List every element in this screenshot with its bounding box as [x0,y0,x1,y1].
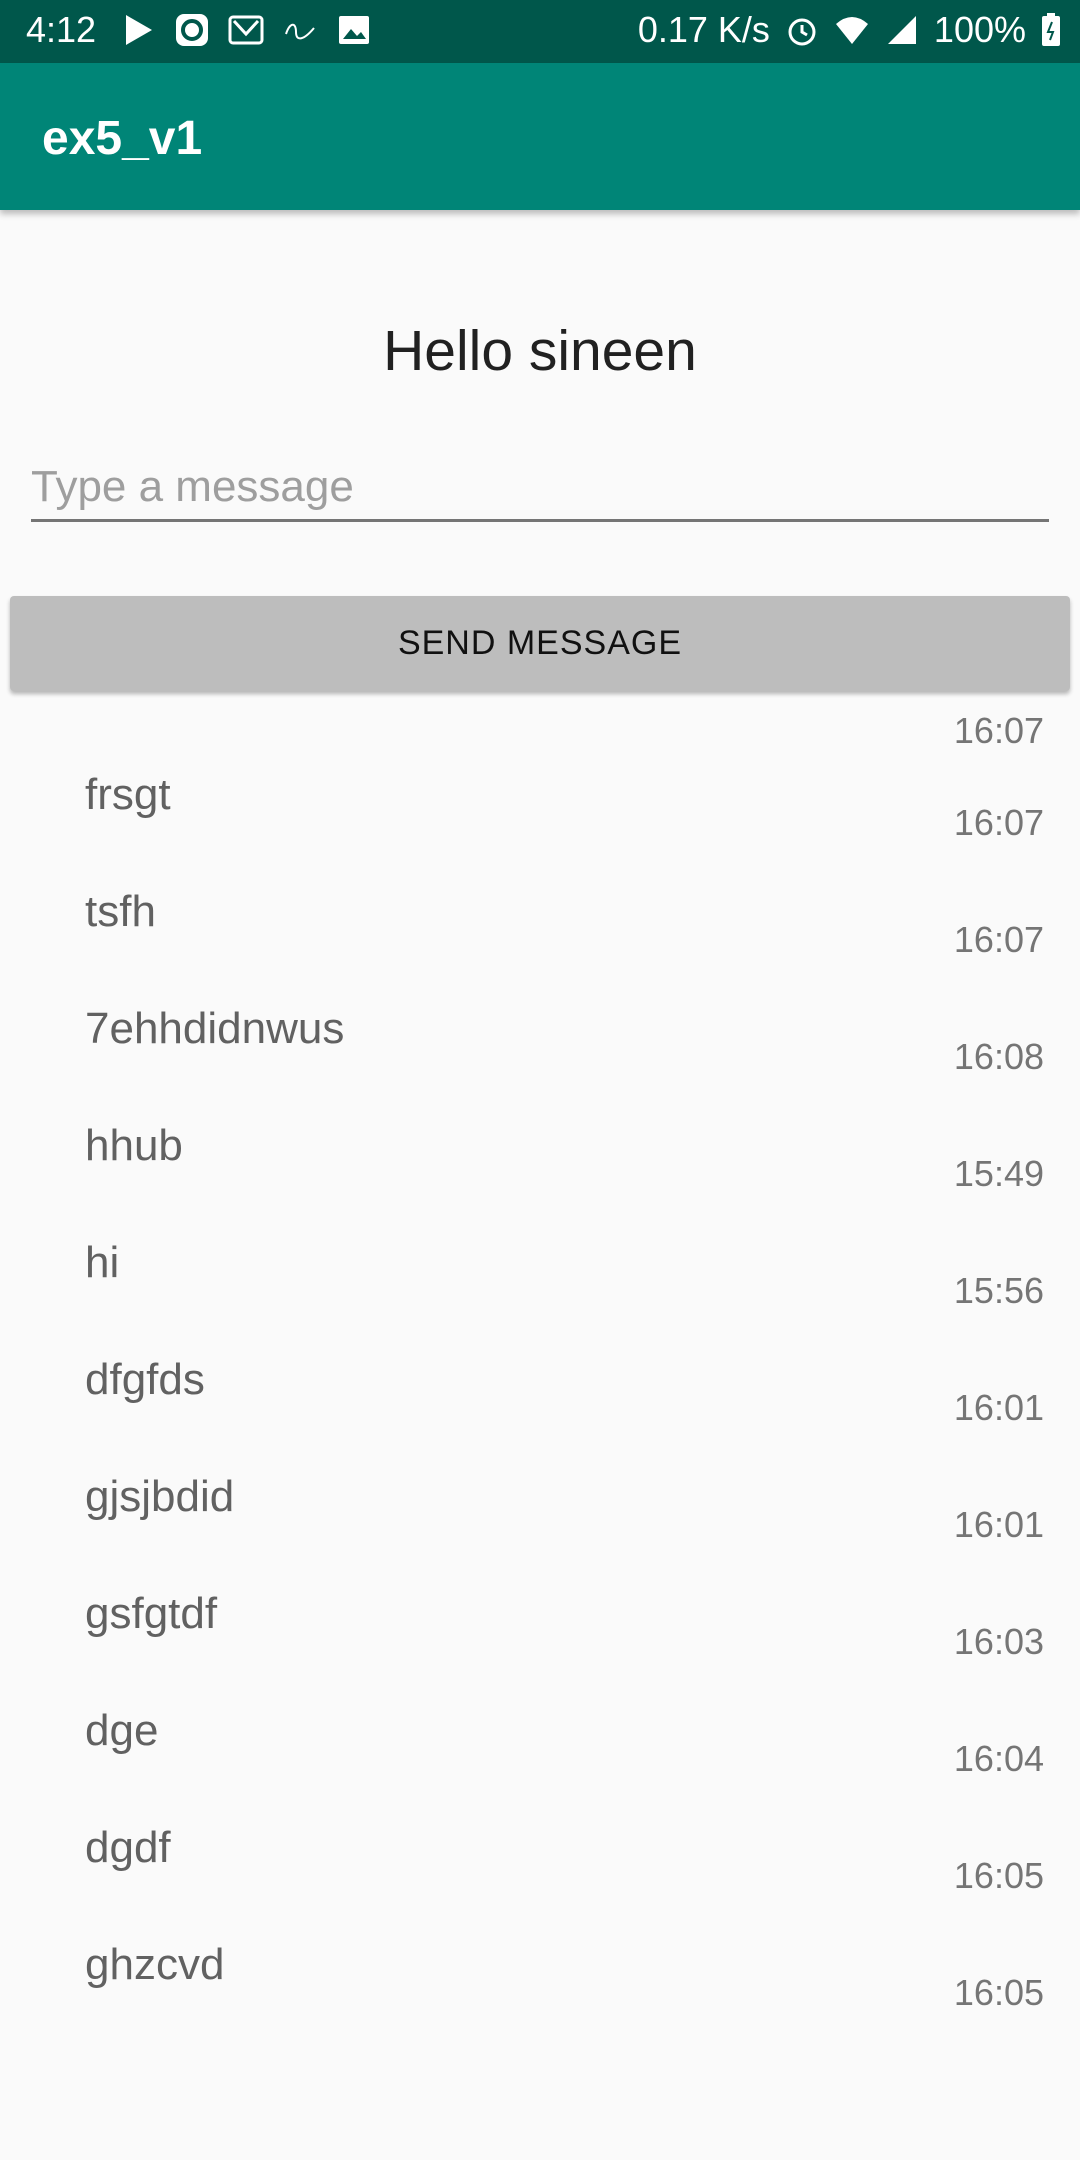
list-item[interactable]: dfgfds 16:01 [0,1332,1080,1449]
message-text: tsfh [85,887,156,936]
list-item[interactable]: dgdf 16:05 [0,1800,1080,1917]
message-time: 16:07 [953,802,1044,843]
alarm-icon [784,12,820,48]
battery-percent: 100% [933,9,1026,50]
message-time: 16:07 [953,919,1044,960]
status-bar: 4:12 0.17 K/s 100% [0,0,1080,63]
notification-icons [120,12,372,48]
list-item[interactable]: ghzcvd 16:05 [0,1917,1080,2034]
message-time: 16:04 [953,1738,1044,1779]
signal-icon [884,12,920,48]
list-item[interactable]: tsfh 16:07 [0,864,1080,981]
list-item[interactable]: 7ehhdidnwus 16:08 [0,981,1080,1098]
wifi-icon [834,12,870,48]
message-text: ghzcvd [85,1940,225,1989]
message-time: 15:56 [953,1270,1044,1311]
message-list[interactable]: 16:07 frsgt 16:07 tsfh 16:07 7ehhdidnwus 16:08… [0,712,1080,2160]
network-speed: 0.17 K/s [637,9,770,50]
status-right: 0.17 K/s 100% [638,9,1062,51]
message-text: gsfgtdf [85,1589,218,1638]
message-time: 15:49 [953,1153,1044,1194]
play-icon [120,12,156,48]
message-time: 16:03 [953,1621,1044,1662]
mail-icon [228,12,264,48]
message-text: hi [85,1238,120,1287]
message-time: 16:08 [953,1036,1044,1077]
message-text: dfgfds [85,1355,205,1404]
message-input[interactable] [31,455,1049,522]
message-time: 16:01 [953,1387,1044,1428]
message-text: hhub [85,1121,183,1170]
send-message-button[interactable]: SEND MESSAGE [10,596,1070,691]
list-item[interactable]: 16:07 [0,712,1080,751]
status-time: 4:12 [26,9,97,50]
message-time: 16:01 [953,1504,1044,1545]
message-time: 16:05 [953,1972,1044,2013]
message-text: frsgt [85,770,171,819]
list-item[interactable]: gjsjbdid 16:01 [0,1449,1080,1566]
app-bar: ex5_v1 [0,63,1080,210]
sync-icon [174,12,210,48]
list-item[interactable]: gsfgtdf 16:03 [0,1566,1080,1683]
greeting-text: Hello sineen [383,319,697,383]
list-item[interactable]: hhub 15:49 [0,1098,1080,1215]
battery-icon [1040,12,1062,48]
list-item[interactable]: dge 16:04 [0,1683,1080,1800]
message-text: dge [85,1706,159,1755]
message-text: gjsjbdid [85,1472,235,1521]
calm-icon [282,12,318,48]
image-icon [336,12,372,48]
message-text: 7ehhdidnwus [85,1004,345,1053]
list-item[interactable]: hi 15:56 [0,1215,1080,1332]
list-item[interactable]: frsgt 16:07 [0,747,1080,864]
message-time: 16:07 [953,712,1044,751]
app-title: ex5_v1 [42,112,203,165]
message-time: 16:05 [953,1855,1044,1896]
message-text: dgdf [85,1823,171,1872]
